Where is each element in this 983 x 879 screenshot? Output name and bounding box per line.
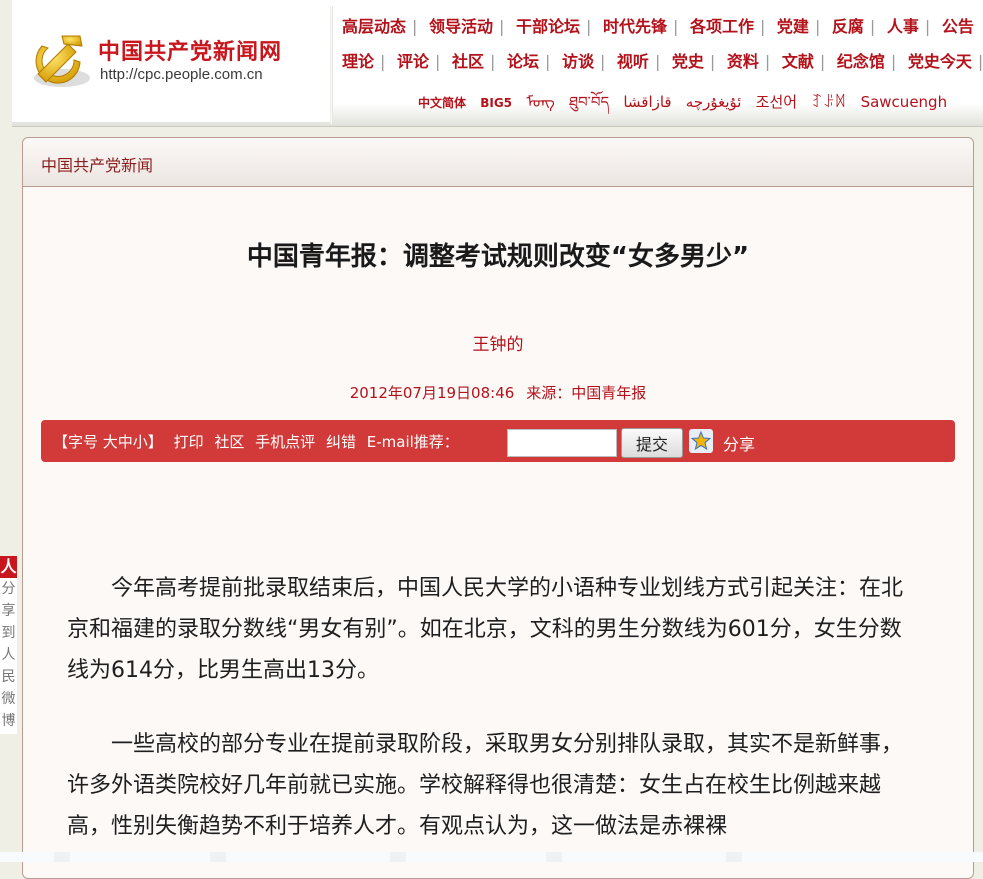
share-icon[interactable] — [689, 429, 713, 453]
nav-link[interactable]: 党史今天 — [908, 52, 972, 71]
lang-link[interactable]: BIG5 — [480, 96, 512, 110]
share-text: 到 — [1, 625, 16, 641]
lang-link[interactable]: ꆈꌠꉙ — [811, 93, 846, 111]
article-meta: 2012年07月19日08:46 来源：中国青年报 — [23, 382, 973, 403]
share-label[interactable]: 分享 — [723, 431, 755, 455]
nav-link[interactable]: 党史 — [672, 52, 704, 71]
nav-link[interactable]: 评论 — [397, 52, 429, 71]
people-weibo-icon: 人 — [0, 556, 17, 578]
top-nav-row-2: 理论 | 评论 | 社区 | 论坛 | 访谈 | 视听 | 党史 | 资料 | 文献 | 纪念馆 |… — [342, 52, 983, 71]
article-paragraph: 一些高校的部分专业在提前录取阶段，采取男女分别排队录取，其实不是新鲜事，许多外语… — [67, 732, 904, 839]
email-label: E-mail推荐： — [366, 433, 459, 451]
language-links: 中文简体 BIG5 ᠮᠣᠩ ཐུབ་བོད ئۇيغۇرچە قازاقشا 조… — [418, 86, 957, 128]
nav-link[interactable]: 文献 — [782, 52, 814, 71]
site-header: 中国共产党新闻网 http://cpc.people.com.cn 高层动态 | … — [12, 0, 983, 127]
share-text: 微 — [1, 691, 16, 707]
share-text: 享 — [1, 603, 16, 619]
article-date: 2012年07月19日08:46 — [349, 384, 515, 402]
community-link[interactable]: 社区 — [214, 433, 244, 451]
email-field[interactable] — [507, 429, 617, 457]
share-text: 人 — [1, 647, 16, 663]
site-url: http://cpc.people.com.cn — [100, 66, 263, 83]
font-size-control[interactable]: 【字号 大中小】 — [53, 433, 163, 451]
share-text: 博 — [1, 713, 16, 729]
share-text: 分 — [1, 581, 16, 597]
nav-link[interactable]: 党建 — [777, 17, 809, 36]
article-author: 王钟的 — [472, 335, 524, 355]
article-source[interactable]: 来源：中国青年报 — [526, 384, 646, 402]
correction-link[interactable]: 纠错 — [326, 433, 356, 451]
nav-link[interactable]: 各项工作 — [690, 17, 754, 36]
article-toolbar: 【字号 大中小】 打印 社区 手机点评 纠错 E-mail推荐： 提交 分享 — [41, 420, 955, 462]
submit-button[interactable]: 提交 — [621, 428, 683, 458]
nav-link[interactable]: 高层动态 — [342, 17, 406, 36]
lang-link[interactable]: ཐུབ་བོད — [569, 93, 609, 111]
weibo-share-strip[interactable]: 人 分 享 到 人 民 微 博 — [0, 556, 17, 734]
nav-link[interactable]: 理论 — [342, 52, 374, 71]
nav-link[interactable]: 干部论坛 — [516, 17, 580, 36]
nav-link[interactable]: 人事 — [887, 17, 919, 36]
nav-link[interactable]: 公告 — [942, 17, 974, 36]
share-text: 民 — [1, 669, 16, 685]
bottom-bar — [0, 852, 983, 862]
lang-link[interactable]: قازاقشا — [623, 93, 671, 111]
nav-link[interactable]: 社区 — [452, 52, 484, 71]
nav-link[interactable]: 反腐 — [832, 17, 864, 36]
article-paragraph: 今年高考提前批录取结束后，中国人民大学的小语种专业划线方式引起关注：在北京和福建… — [67, 576, 904, 683]
article-panel: 中国共产党新闻 中国青年报：调整考试规则改变“女多男少” 王钟的 2012年07… — [22, 137, 974, 879]
print-link[interactable]: 打印 — [174, 433, 204, 451]
nav-link[interactable]: 论坛 — [507, 52, 539, 71]
nav-link[interactable]: 访谈 — [562, 52, 594, 71]
lang-link[interactable]: 中文简体 — [418, 96, 466, 110]
lang-link[interactable]: Sawcuengh — [861, 93, 948, 111]
lang-link[interactable]: 조선어 — [756, 93, 797, 111]
nav-link[interactable]: 纪念馆 — [837, 52, 885, 71]
site-title: 中国共产党新闻网 — [98, 40, 283, 65]
nav-link[interactable]: 时代先锋 — [603, 17, 667, 36]
nav-link[interactable]: 资料 — [727, 52, 759, 71]
lang-link[interactable]: ᠮᠣᠩ — [526, 93, 555, 111]
hammer-sickle-icon — [34, 35, 90, 87]
top-nav-row-1: 高层动态 | 领导活动 | 干部论坛 | 时代先锋 | 各项工作 | 党建 | 反腐 | 人事… — [342, 17, 974, 36]
nav-link[interactable]: 视听 — [617, 52, 649, 71]
breadcrumb[interactable]: 中国共产党新闻 — [41, 152, 153, 176]
lang-link[interactable]: ئۇيغۇرچە — [686, 93, 742, 111]
breadcrumb-bar: 中国共产党新闻 — [23, 138, 973, 187]
nav-link[interactable]: 领导活动 — [429, 17, 493, 36]
header-divider — [330, 6, 333, 124]
mobile-comment-link[interactable]: 手机点评 — [255, 433, 315, 451]
article-title: 中国青年报：调整考试规则改变“女多男少” — [246, 242, 750, 272]
site-logo[interactable]: 中国共产党新闻网 http://cpc.people.com.cn — [12, 0, 330, 122]
